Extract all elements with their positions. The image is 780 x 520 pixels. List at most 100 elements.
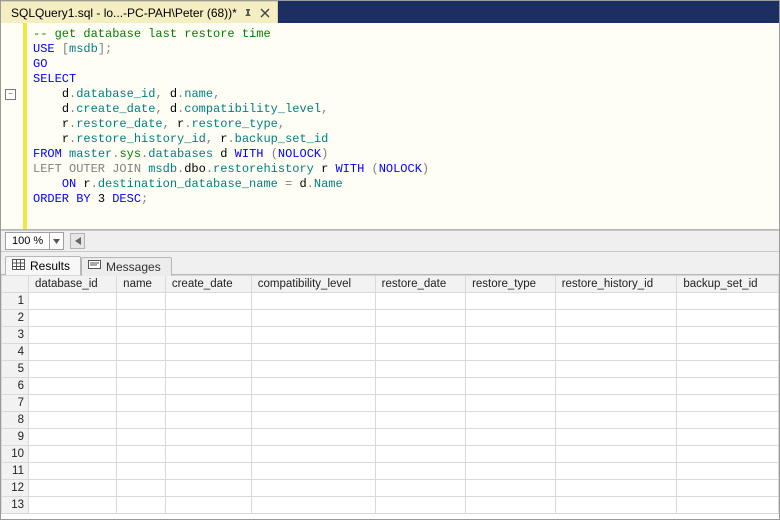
grid-cell[interactable] [29,446,117,463]
grid-cell[interactable] [677,480,779,497]
tab-results[interactable]: Results [5,256,81,275]
grid-cell[interactable] [117,310,166,327]
grid-cell[interactable] [375,395,465,412]
table-row[interactable]: 9 [2,429,779,446]
row-number-cell[interactable]: 10 [2,446,29,463]
row-number-cell[interactable]: 8 [2,412,29,429]
grid-cell[interactable] [677,378,779,395]
grid-cell[interactable] [165,395,251,412]
grid-cell[interactable] [251,310,375,327]
grid-cell[interactable] [29,361,117,378]
grid-cell[interactable] [375,480,465,497]
grid-cell[interactable] [555,327,677,344]
grid-cell[interactable] [677,327,779,344]
table-row[interactable]: 4 [2,344,779,361]
grid-cell[interactable] [375,412,465,429]
grid-cell[interactable] [555,361,677,378]
sql-editor[interactable]: − -- get database last restore timeUSE [… [1,23,779,230]
grid-cell[interactable] [29,497,117,514]
grid-cell[interactable] [466,463,556,480]
grid-cell[interactable] [251,446,375,463]
grid-cell[interactable] [251,480,375,497]
grid-cell[interactable] [677,446,779,463]
grid-cell[interactable] [29,293,117,310]
grid-cell[interactable] [251,327,375,344]
table-row[interactable]: 1 [2,293,779,310]
grid-cell[interactable] [117,429,166,446]
grid-cell[interactable] [555,463,677,480]
grid-cell[interactable] [117,463,166,480]
grid-cell[interactable] [375,378,465,395]
grid-cell[interactable] [466,344,556,361]
grid-cell[interactable] [117,327,166,344]
grid-cell[interactable] [466,378,556,395]
table-row[interactable]: 5 [2,361,779,378]
row-number-cell[interactable]: 4 [2,344,29,361]
row-number-cell[interactable]: 13 [2,497,29,514]
grid-cell[interactable] [165,446,251,463]
row-number-cell[interactable]: 6 [2,378,29,395]
row-number-cell[interactable]: 1 [2,293,29,310]
grid-cell[interactable] [165,378,251,395]
grid-cell[interactable] [555,480,677,497]
grid-cell[interactable] [251,378,375,395]
grid-cell[interactable] [117,480,166,497]
zoom-combobox[interactable]: 100 % [5,232,64,250]
row-number-cell[interactable]: 2 [2,310,29,327]
grid-cell[interactable] [117,412,166,429]
grid-column-header[interactable]: database_id [29,276,117,293]
grid-cell[interactable] [117,361,166,378]
chevron-down-icon[interactable] [49,233,63,249]
grid-cell[interactable] [677,395,779,412]
row-number-cell[interactable]: 11 [2,463,29,480]
grid-cell[interactable] [677,412,779,429]
grid-cell[interactable] [251,497,375,514]
grid-cell[interactable] [375,497,465,514]
grid-cell[interactable] [29,463,117,480]
grid-cell[interactable] [375,310,465,327]
grid-cell[interactable] [555,412,677,429]
grid-cell[interactable] [555,395,677,412]
close-icon[interactable] [259,7,271,19]
grid-cell[interactable] [117,344,166,361]
row-number-cell[interactable]: 9 [2,429,29,446]
grid-cell[interactable] [251,463,375,480]
table-row[interactable]: 2 [2,310,779,327]
grid-cell[interactable] [165,463,251,480]
grid-cell[interactable] [555,310,677,327]
grid-cell[interactable] [375,344,465,361]
grid-cell[interactable] [555,497,677,514]
grid-cell[interactable] [466,395,556,412]
grid-cell[interactable] [466,361,556,378]
grid-cell[interactable] [555,378,677,395]
grid-cell[interactable] [29,480,117,497]
grid-cell[interactable] [165,293,251,310]
grid-cell[interactable] [677,463,779,480]
grid-cell[interactable] [117,378,166,395]
table-row[interactable]: 7 [2,395,779,412]
grid-cell[interactable] [29,412,117,429]
grid-cell[interactable] [29,378,117,395]
grid-cell[interactable] [251,395,375,412]
grid-cell[interactable] [466,497,556,514]
grid-cell[interactable] [375,463,465,480]
grid-cell[interactable] [165,344,251,361]
grid-cell[interactable] [677,361,779,378]
hscroll-left-button[interactable] [70,233,85,249]
grid-cell[interactable] [165,310,251,327]
table-row[interactable]: 12 [2,480,779,497]
grid-cell[interactable] [117,446,166,463]
grid-cell[interactable] [677,497,779,514]
grid-column-header[interactable]: name [117,276,166,293]
grid-column-header[interactable]: backup_set_id [677,276,779,293]
grid-cell[interactable] [555,446,677,463]
grid-cell[interactable] [251,293,375,310]
grid-cell[interactable] [677,344,779,361]
row-number-cell[interactable]: 3 [2,327,29,344]
grid-cell[interactable] [466,480,556,497]
grid-cell[interactable] [165,480,251,497]
grid-cell[interactable] [677,429,779,446]
grid-cell[interactable] [165,361,251,378]
grid-cell[interactable] [251,361,375,378]
row-number-cell[interactable]: 12 [2,480,29,497]
